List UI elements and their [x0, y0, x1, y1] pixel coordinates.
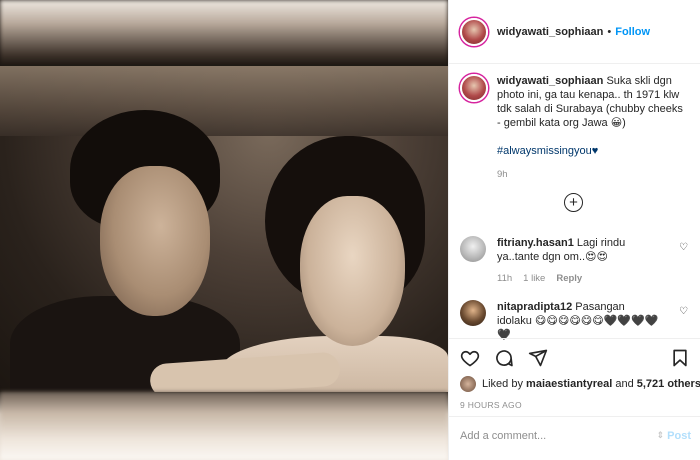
- small-heart-icon[interactable]: ♡: [679, 306, 688, 317]
- photo-man-face: [100, 166, 210, 316]
- comment-body: fitriany.hasan1 Lagi rindu ya..tante dgn…: [497, 236, 662, 286]
- comment-username[interactable]: fitriany.hasan1: [497, 237, 574, 249]
- comment-item: nitapradipta12 Pasangan idolaku 😋😋😋😋😋😋🖤🖤…: [460, 300, 696, 342]
- caption-body: widyawati_sophiaan Suka skli dgn photo i…: [497, 74, 687, 182]
- liker-username[interactable]: maiaestiantyreal: [526, 378, 612, 390]
- post-timestamp: 9 HOURS AGO: [460, 400, 522, 410]
- post-header: widyawati_sophiaan • Follow: [449, 0, 700, 64]
- photo-car-roof: [0, 66, 448, 136]
- post-sidebar: widyawati_sophiaan • Follow widyawati_so…: [448, 0, 700, 460]
- follow-button[interactable]: Follow: [615, 26, 650, 38]
- share-icon[interactable]: [528, 348, 548, 368]
- load-more-comments-button[interactable]: +: [564, 193, 583, 212]
- small-heart-icon[interactable]: ♡: [679, 242, 688, 253]
- post-comment-button[interactable]: ⇕ Post: [657, 430, 691, 442]
- caption-time: 9h: [497, 169, 508, 180]
- comment-reply-button[interactable]: Reply: [556, 272, 582, 286]
- hashtag-link[interactable]: #alwaysmissingyou♥: [497, 144, 687, 158]
- add-comment-bar: Add a comment... ⇕ Post: [449, 416, 700, 454]
- post-photo[interactable]: [0, 66, 448, 392]
- photo-woman-face: [300, 196, 405, 346]
- blurred-background-bottom: [0, 392, 448, 460]
- comment-avatar[interactable]: [460, 236, 486, 262]
- emoji-icon: ⇕: [656, 430, 665, 440]
- likes-count[interactable]: 5,721 others: [637, 378, 700, 390]
- comment-meta: 11h 1 like Reply: [497, 272, 662, 286]
- bookmark-icon[interactable]: [670, 348, 690, 368]
- author-avatar[interactable]: [460, 17, 488, 46]
- author-username[interactable]: widyawati_sophiaan: [497, 26, 603, 38]
- caption-avatar[interactable]: [460, 74, 488, 102]
- liker-avatar[interactable]: [460, 376, 476, 392]
- caption: widyawati_sophiaan Suka skli dgn photo i…: [460, 74, 696, 182]
- plus-circle-icon: +: [569, 194, 578, 211]
- comment-avatar[interactable]: [460, 300, 486, 326]
- blurred-background-top: [0, 0, 448, 66]
- liked-by-connector: and: [615, 378, 634, 390]
- comment-body: nitapradipta12 Pasangan idolaku 😋😋😋😋😋😋🖤🖤…: [497, 300, 662, 342]
- liked-by-prefix: Liked by: [482, 378, 523, 390]
- comment-item: fitriany.hasan1 Lagi rindu ya..tante dgn…: [460, 236, 696, 286]
- comment-input[interactable]: Add a comment...: [460, 430, 657, 442]
- heart-icon[interactable]: [460, 348, 480, 368]
- post-actions: Liked by maiaestiantyreal and 5,721 othe…: [449, 338, 700, 416]
- comment-username[interactable]: nitapradipta12: [497, 301, 572, 313]
- comment-icon[interactable]: [494, 348, 514, 368]
- comment-time: 11h: [497, 273, 513, 284]
- action-icons: [460, 348, 548, 368]
- comment-likes[interactable]: 1 like: [523, 272, 545, 286]
- separator-dot: •: [607, 25, 612, 38]
- likes-summary: Liked by maiaestiantyreal and 5,721 othe…: [460, 376, 700, 392]
- post-button-label: Post: [667, 429, 691, 442]
- post-media[interactable]: [0, 0, 448, 460]
- caption-username[interactable]: widyawati_sophiaan: [497, 75, 603, 87]
